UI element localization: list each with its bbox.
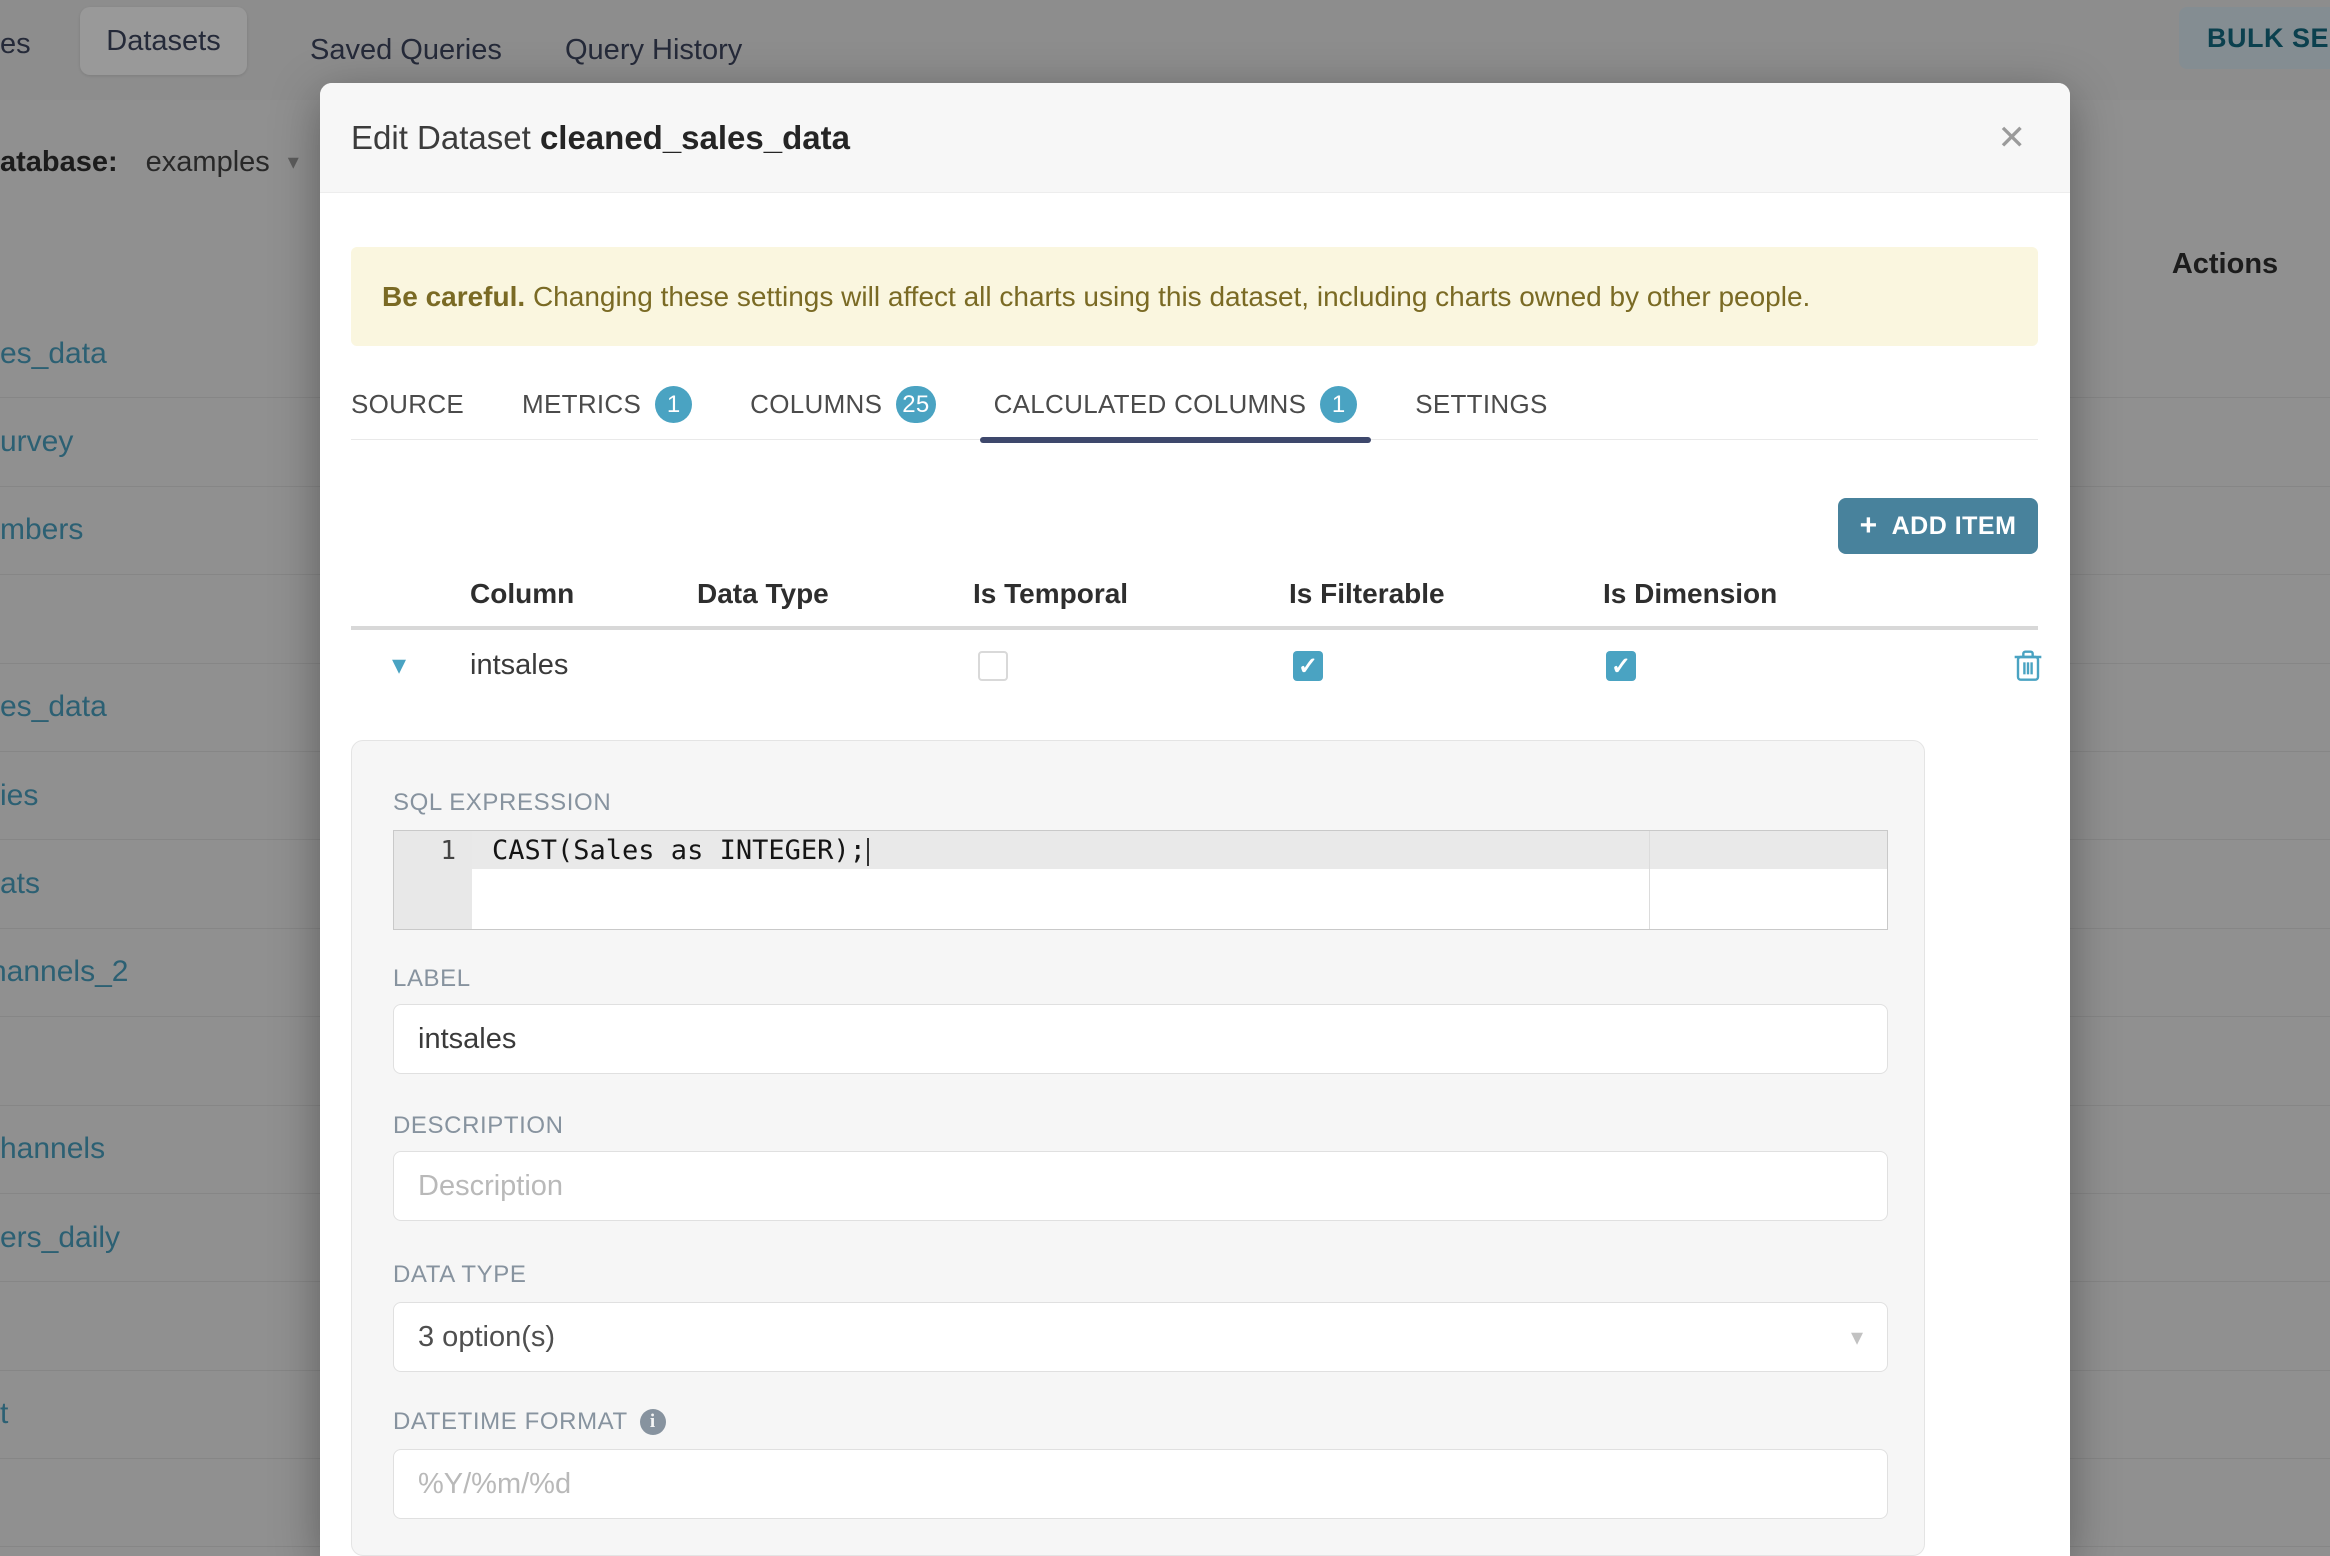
is-temporal-checkbox[interactable] bbox=[978, 651, 1008, 681]
warning-text: Be careful. Changing these settings will… bbox=[382, 280, 1811, 312]
tab-settings[interactable]: SETTINGS bbox=[1415, 370, 1547, 440]
sql-expression-editor[interactable]: 1 CAST(Sales as INTEGER); bbox=[393, 830, 1888, 930]
close-icon[interactable]: ✕ bbox=[1998, 121, 2027, 155]
warning-banner: Be careful. Changing these settings will… bbox=[351, 247, 2038, 346]
column-header-column: Column bbox=[470, 578, 575, 609]
row-expander-caret-icon[interactable]: ▾ bbox=[392, 648, 406, 681]
metrics-count-badge: 1 bbox=[655, 386, 693, 423]
column-header-is-dimension: Is Dimension bbox=[1603, 578, 1778, 609]
data-type-select[interactable]: 3 option(s) ▾ bbox=[393, 1302, 1888, 1372]
edit-dataset-modal: Edit Dataset cleaned_sales_data ✕ Be car… bbox=[320, 83, 2070, 1556]
sql-expression-label: SQL EXPRESSION bbox=[393, 789, 612, 816]
label-input[interactable] bbox=[393, 1004, 1888, 1074]
editor-line-number: 1 bbox=[440, 836, 456, 866]
is-filterable-checkbox[interactable]: ✓ bbox=[1293, 651, 1323, 681]
label-field-label: LABEL bbox=[393, 965, 471, 992]
editor-gutter: 1 bbox=[394, 831, 472, 929]
modal-title-dataset-name: cleaned_sales_data bbox=[539, 118, 850, 156]
table-header-divider bbox=[351, 626, 2038, 630]
editor-cursor bbox=[866, 837, 869, 866]
modal-title-prefix: Edit Dataset bbox=[351, 118, 531, 156]
tab-metrics[interactable]: METRICS 1 bbox=[522, 370, 693, 440]
tab-columns[interactable]: COLUMNS 25 bbox=[750, 370, 936, 440]
description-input[interactable] bbox=[393, 1151, 1888, 1221]
data-type-value: 3 option(s) bbox=[418, 1320, 556, 1353]
plus-icon: + bbox=[1859, 509, 1878, 542]
check-icon: ✓ bbox=[1610, 652, 1632, 680]
editor-print-margin bbox=[1649, 831, 1650, 929]
datetime-format-input[interactable] bbox=[393, 1449, 1888, 1519]
description-field-label: DESCRIPTION bbox=[393, 1112, 564, 1139]
tab-source[interactable]: SOURCE bbox=[351, 370, 464, 440]
datetime-format-field-label: DATETIME FORMAT i bbox=[393, 1408, 666, 1436]
is-dimension-checkbox[interactable]: ✓ bbox=[1606, 651, 1636, 681]
calculated-column-detail-panel: SQL EXPRESSION 1 CAST(Sales as INTEGER);… bbox=[351, 740, 1925, 1556]
editor-code-line: CAST(Sales as INTEGER); bbox=[492, 835, 869, 866]
calculated-columns-count-badge: 1 bbox=[1320, 386, 1358, 423]
column-header-is-temporal: Is Temporal bbox=[973, 578, 1129, 609]
calculated-column-name: intsales bbox=[470, 649, 569, 681]
modal-header: Edit Dataset cleaned_sales_data ✕ bbox=[320, 83, 2070, 193]
info-icon[interactable]: i bbox=[639, 1409, 666, 1435]
add-item-button[interactable]: + ADD ITEM bbox=[1838, 498, 2038, 554]
caret-down-icon: ▾ bbox=[1850, 1323, 1863, 1351]
delete-trash-icon[interactable] bbox=[2012, 647, 2044, 683]
check-icon: ✓ bbox=[1297, 652, 1319, 680]
tab-calculated-columns[interactable]: CALCULATED COLUMNS 1 bbox=[979, 370, 1371, 443]
data-type-field-label: DATA TYPE bbox=[393, 1261, 527, 1288]
modal-tabs: SOURCE METRICS 1 COLUMNS 25 CALCULATED C… bbox=[351, 370, 2038, 443]
column-header-is-filterable: Is Filterable bbox=[1289, 578, 1445, 609]
columns-count-badge: 25 bbox=[896, 386, 936, 423]
modal-title: Edit Dataset cleaned_sales_data bbox=[351, 119, 850, 157]
column-header-data-type: Data Type bbox=[697, 578, 829, 609]
